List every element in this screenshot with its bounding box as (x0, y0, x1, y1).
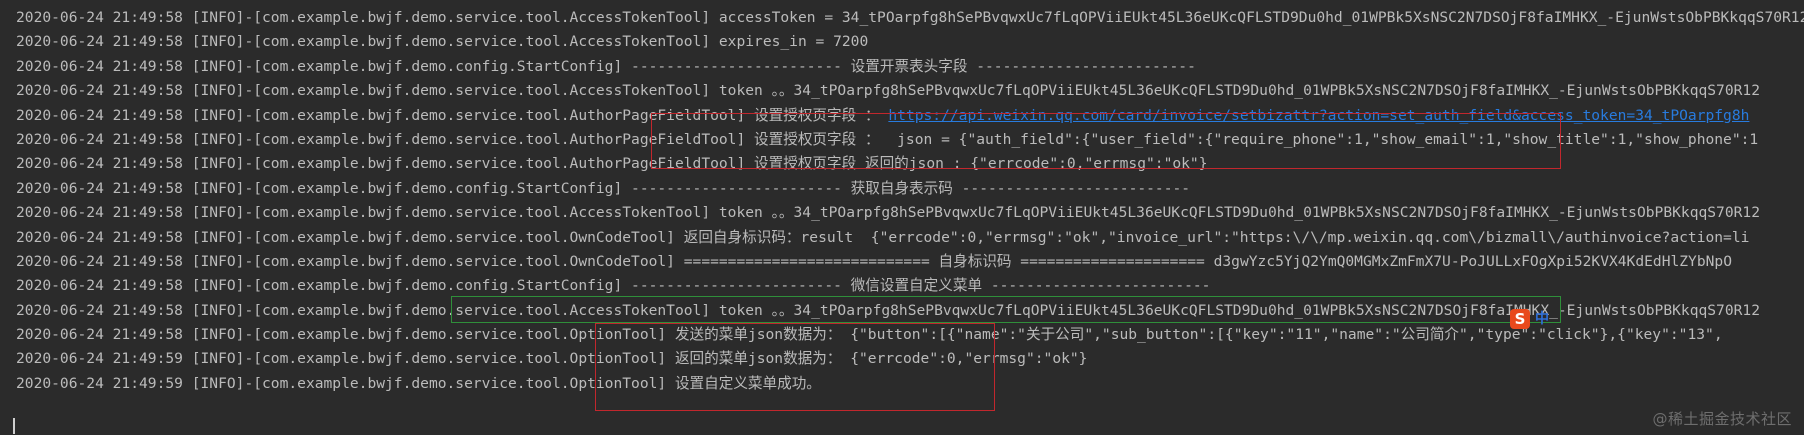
log-text: 2020-06-24 21:49:58 [INFO]-[com.example.… (16, 228, 1750, 246)
log-text: 2020-06-24 21:49:58 [INFO]-[com.example.… (16, 277, 1211, 295)
log-line: 2020-06-24 21:49:59 [INFO]-[com.example.… (16, 347, 1804, 371)
log-line: 2020-06-24 21:49:58 [INFO]-[com.example.… (16, 274, 1804, 298)
log-text: 2020-06-24 21:49:58 [INFO]-[com.example.… (16, 33, 869, 51)
text-cursor (13, 418, 15, 434)
log-line: 2020-06-24 21:49:58 [INFO]-[com.example.… (16, 177, 1804, 201)
log-text: 2020-06-24 21:49:58 [INFO]-[com.example.… (16, 82, 1760, 100)
log-text: 2020-06-24 21:49:58 [INFO]-[com.example.… (16, 326, 1723, 344)
log-text: 2020-06-24 21:49:58 [INFO]-[com.example.… (16, 204, 1760, 222)
log-line: 2020-06-24 21:49:58 [INFO]-[com.example.… (16, 55, 1804, 79)
log-link[interactable]: https://api.weixin.qq.com/card/invoice/s… (888, 107, 1749, 124)
ime-indicator[interactable]: S 中 (1510, 309, 1552, 329)
log-text: 2020-06-24 21:49:59 [INFO]-[com.example.… (16, 374, 821, 392)
sogou-ime-icon: S (1510, 309, 1530, 329)
log-text: 2020-06-24 21:49:58 [INFO]-[com.example.… (16, 130, 1759, 148)
log-line: 2020-06-24 21:49:58 [INFO]-[com.example.… (16, 30, 1804, 54)
log-text: 2020-06-24 21:49:58 [INFO]-[com.example.… (16, 9, 1804, 26)
log-line: 2020-06-24 21:49:58 [INFO]-[com.example.… (16, 152, 1804, 176)
log-text: 2020-06-24 21:49:58 [INFO]-[com.example.… (16, 57, 1196, 75)
log-line: 2020-06-24 21:49:59 [INFO]-[com.example.… (16, 372, 1804, 396)
run-console[interactable]: 2020-06-24 21:49:58 [INFO]-[com.example.… (0, 0, 1804, 435)
watermark: @稀土掘金技术社区 (1652, 410, 1792, 428)
ime-mode-label: 中 (1535, 311, 1549, 327)
log-line: 2020-06-24 21:49:58 [INFO]-[com.example.… (16, 250, 1804, 274)
log-line: 2020-06-24 21:49:58 [INFO]-[com.example.… (16, 79, 1804, 103)
log-line: 2020-06-24 21:49:58 [INFO]-[com.example.… (16, 226, 1804, 250)
log-line: 2020-06-24 21:49:58 [INFO]-[com.example.… (16, 201, 1804, 225)
log-output: 2020-06-24 21:49:58 [INFO]-[com.example.… (16, 6, 1804, 396)
log-line: 2020-06-24 21:49:58 [INFO]-[com.example.… (16, 104, 1804, 128)
log-text: 2020-06-24 21:49:58 [INFO]-[com.example.… (16, 301, 1760, 319)
log-text: 2020-06-24 21:49:58 [INFO]-[com.example.… (16, 155, 1208, 173)
log-line: 2020-06-24 21:49:58 [INFO]-[com.example.… (16, 6, 1804, 30)
log-text: 2020-06-24 21:49:59 [INFO]-[com.example.… (16, 350, 1088, 368)
log-text: 2020-06-24 21:49:58 [INFO]-[com.example.… (16, 106, 889, 124)
log-line: 2020-06-24 21:49:58 [INFO]-[com.example.… (16, 128, 1804, 152)
log-text: 2020-06-24 21:49:58 [INFO]-[com.example.… (16, 179, 1191, 197)
log-text: 2020-06-24 21:49:58 [INFO]-[com.example.… (16, 252, 1732, 270)
